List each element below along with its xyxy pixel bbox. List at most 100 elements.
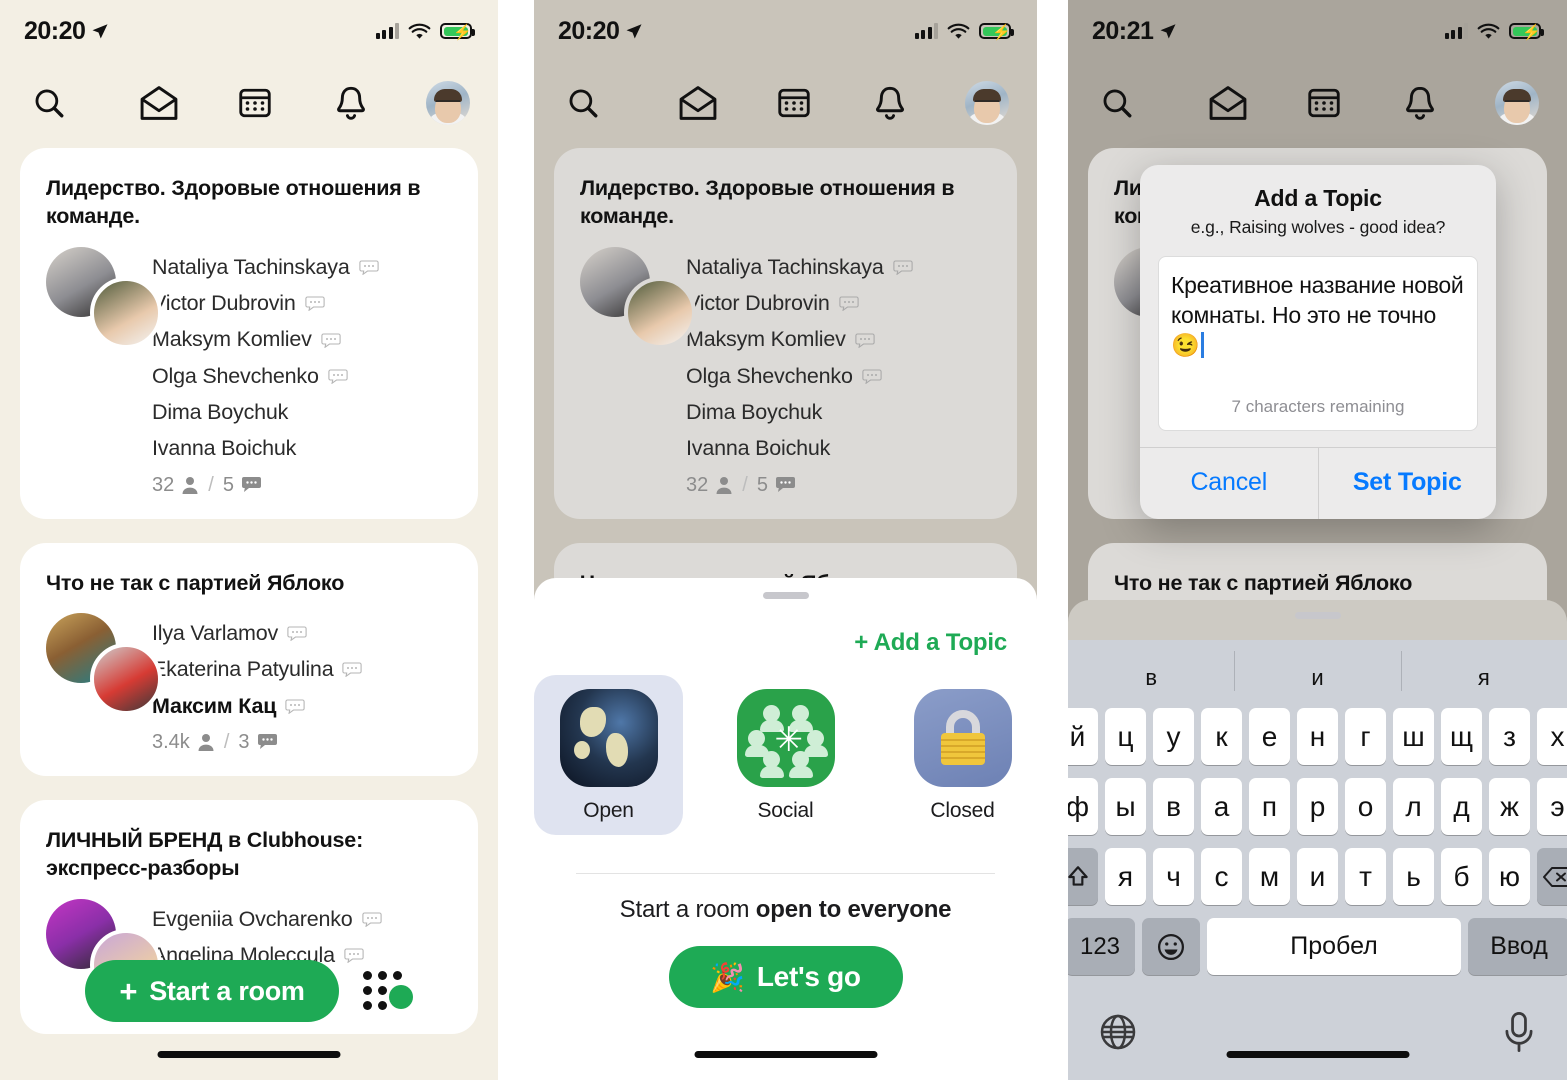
- speaker-row[interactable]: Dima Boychuk: [152, 396, 452, 429]
- avatar[interactable]: [1495, 81, 1539, 125]
- calendar-icon[interactable]: [234, 82, 276, 124]
- key-я[interactable]: я: [1105, 848, 1146, 905]
- calendar-icon[interactable]: [773, 82, 815, 124]
- key-п[interactable]: п: [1249, 778, 1290, 835]
- search-icon[interactable]: [1096, 82, 1138, 124]
- add-a-topic-button[interactable]: + Add a Topic: [534, 599, 1037, 657]
- speaker-row[interactable]: Максим Кац: [152, 690, 452, 723]
- key-с[interactable]: с: [1201, 848, 1242, 905]
- key-г[interactable]: г: [1345, 708, 1386, 765]
- globe-keyboard-icon[interactable]: [1098, 1012, 1138, 1057]
- bell-icon[interactable]: [330, 82, 372, 124]
- key-т[interactable]: т: [1345, 848, 1386, 905]
- key-д[interactable]: д: [1441, 778, 1482, 835]
- speaker-name: Ivanna Boichuk: [152, 436, 297, 461]
- key-ф[interactable]: ф: [1068, 778, 1098, 835]
- key-ю[interactable]: ю: [1489, 848, 1530, 905]
- key-ш[interactable]: ш: [1393, 708, 1434, 765]
- room-type-label: Open: [583, 799, 634, 822]
- speaker-row[interactable]: Ilya Varlamov: [152, 617, 452, 650]
- speaker-name: Nataliya Tachinskaya: [152, 254, 350, 279]
- key-э[interactable]: э: [1537, 778, 1567, 835]
- microphone-icon[interactable]: [1501, 1011, 1537, 1058]
- enter-key[interactable]: Ввод: [1468, 918, 1567, 975]
- key-а[interactable]: а: [1201, 778, 1242, 835]
- speaker-name: Dima Boychuk: [152, 400, 289, 424]
- create-room-sheet: + Add a Topic Open ✳ Social Closed Start…: [534, 578, 1037, 1080]
- sheet-grabber[interactable]: [762, 592, 809, 599]
- speaker-name: Ekaterina Patyulina: [152, 657, 334, 682]
- key-и[interactable]: и: [1297, 848, 1338, 905]
- lets-go-button[interactable]: 🎉 Let's go: [668, 946, 903, 1008]
- room-type-open[interactable]: Open: [534, 675, 683, 835]
- muted-bubble-icon: [342, 662, 363, 678]
- key-ы[interactable]: ы: [1105, 778, 1146, 835]
- key-о[interactable]: о: [1345, 778, 1386, 835]
- speaker-row: Olga Shevchenko: [686, 360, 991, 393]
- envelope-icon[interactable]: [138, 82, 180, 124]
- backspace-icon[interactable]: [1537, 848, 1567, 905]
- key-й[interactable]: й: [1068, 708, 1098, 765]
- speaker-row[interactable]: Maksym Komliev: [152, 323, 452, 356]
- listener-count: 32: [152, 473, 175, 496]
- key-р[interactable]: р: [1297, 778, 1338, 835]
- signal-bars-icon: [375, 23, 399, 39]
- numbers-key[interactable]: 123: [1068, 918, 1135, 975]
- search-icon[interactable]: [28, 82, 70, 124]
- envelope-icon[interactable]: [677, 82, 719, 124]
- speaker-row[interactable]: Nataliya Tachinskaya: [152, 251, 452, 284]
- prediction-item[interactable]: в: [1068, 665, 1234, 691]
- cancel-button[interactable]: Cancel: [1140, 448, 1318, 519]
- top-nav-bar: [1068, 62, 1567, 144]
- avatar[interactable]: [426, 81, 470, 125]
- speaker-row[interactable]: Ivanna Boichuk: [152, 432, 452, 465]
- key-з[interactable]: з: [1489, 708, 1530, 765]
- key-б[interactable]: б: [1441, 848, 1482, 905]
- room-card[interactable]: Лидерство. Здоровые отношения в команде.…: [20, 148, 478, 519]
- speaker-row[interactable]: Ekaterina Patyulina: [152, 653, 452, 686]
- key-в[interactable]: в: [1153, 778, 1194, 835]
- status-left: 20:20: [558, 17, 643, 46]
- search-icon[interactable]: [562, 82, 604, 124]
- key-ц[interactable]: ц: [1105, 708, 1146, 765]
- speaker-name: Evgeniia Ovcharenko: [152, 906, 353, 931]
- muted-bubble-icon: [838, 296, 859, 312]
- emoji-icon[interactable]: [1142, 918, 1200, 975]
- speaker-row[interactable]: Victor Dubrovin: [152, 287, 452, 320]
- key-е[interactable]: е: [1249, 708, 1290, 765]
- key-к[interactable]: к: [1201, 708, 1242, 765]
- avatar[interactable]: [965, 81, 1009, 125]
- key-м[interactable]: м: [1249, 848, 1290, 905]
- sheet-grabber[interactable]: [1294, 612, 1341, 619]
- bell-icon[interactable]: [869, 82, 911, 124]
- bell-icon[interactable]: [1399, 82, 1441, 124]
- key-ь[interactable]: ь: [1393, 848, 1434, 905]
- key-н[interactable]: н: [1297, 708, 1338, 765]
- room-card[interactable]: Что не так с партией Яблоко Ilya Varlamo…: [20, 542, 478, 776]
- set-topic-button[interactable]: Set Topic: [1317, 448, 1497, 519]
- room-type-closed[interactable]: Closed: [888, 675, 1037, 835]
- key-щ[interactable]: щ: [1441, 708, 1482, 765]
- key-ч[interactable]: ч: [1153, 848, 1194, 905]
- muted-bubble-icon: [358, 260, 379, 275]
- grid-dots-icon[interactable]: [362, 969, 413, 1013]
- shift-icon[interactable]: [1068, 848, 1098, 905]
- envelope-icon[interactable]: [1207, 82, 1249, 124]
- start-a-room-button[interactable]: + Start a room: [85, 960, 339, 1022]
- room-feed[interactable]: Лидерство. Здоровые отношения в команде.…: [0, 144, 498, 1035]
- topic-input[interactable]: Креативное название новой комнаты. Но эт…: [1158, 256, 1478, 431]
- key-ж[interactable]: ж: [1489, 778, 1530, 835]
- speaker-name: Olga Shevchenko: [686, 363, 853, 388]
- room-title: ЛИЧНЫЙ БРЕНД в Clubhouse: экспресс-разбо…: [46, 827, 364, 881]
- space-key[interactable]: Пробел: [1207, 918, 1461, 975]
- key-л[interactable]: л: [1393, 778, 1434, 835]
- speaker-row[interactable]: Evgeniia Ovcharenko: [152, 903, 452, 936]
- speaker-row[interactable]: Olga Shevchenko: [152, 360, 452, 393]
- person-icon: [198, 733, 214, 751]
- key-у[interactable]: у: [1153, 708, 1194, 765]
- prediction-item[interactable]: и: [1234, 651, 1400, 691]
- calendar-icon[interactable]: [1303, 82, 1345, 124]
- key-х[interactable]: х: [1537, 708, 1567, 765]
- prediction-item[interactable]: я: [1400, 651, 1567, 691]
- room-type-social[interactable]: ✳ Social: [711, 675, 860, 835]
